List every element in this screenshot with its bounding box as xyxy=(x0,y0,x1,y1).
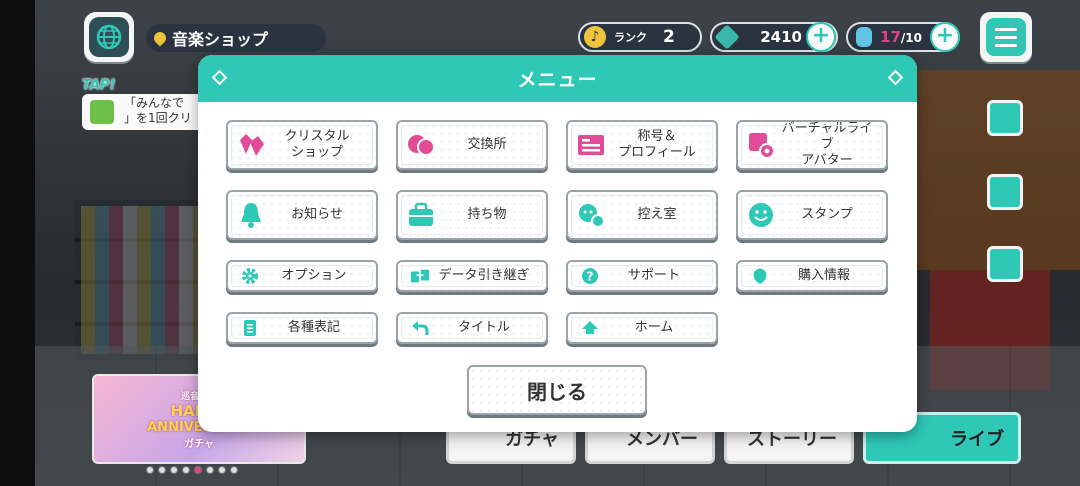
location-name: 音楽ショップ xyxy=(172,30,269,49)
menu-options[interactable]: オプション xyxy=(226,260,378,292)
crystal-amount: 2410 xyxy=(760,28,802,46)
header-diamond-right xyxy=(887,69,904,86)
menu-label: 控え室 xyxy=(637,207,677,222)
rank-label: ランク xyxy=(614,31,647,44)
live-bonus-icon xyxy=(856,27,872,47)
menu-label: 購入情報 xyxy=(797,268,850,283)
return-arrow-icon xyxy=(410,318,430,338)
menu-notices[interactable]: お知らせ xyxy=(226,190,378,240)
document-list-icon xyxy=(240,318,260,338)
banner-gacha: ガチャ xyxy=(184,438,214,450)
menu-label: サポート xyxy=(627,268,680,283)
menu-belongings[interactable]: 持ち物 xyxy=(396,190,548,240)
menu-exchange[interactable]: 交換所 xyxy=(396,120,548,170)
menu-data-transfer[interactable]: データ引き継ぎ xyxy=(396,260,548,292)
menu-legal-notices[interactable]: 各種表記 xyxy=(226,312,378,344)
menu-label: データ引き継ぎ xyxy=(438,268,530,283)
home-icon xyxy=(580,318,600,338)
exchange-icon xyxy=(406,130,436,160)
menu-dialog: メニュー クリスタル ショップ 交換所 称号＆ プロフィール バーチャルライブ … xyxy=(198,55,917,432)
menu-label: タイトル xyxy=(457,320,510,335)
clipboard-icon xyxy=(987,174,1023,210)
beginner-leaf-icon xyxy=(90,100,114,124)
globe-icon xyxy=(96,24,122,50)
profile-card-icon xyxy=(576,130,606,160)
menu-label: 各種表記 xyxy=(287,320,340,335)
menu-title: メニュー xyxy=(517,69,598,91)
banner-pagination[interactable] xyxy=(146,466,238,474)
present-box-button[interactable] xyxy=(982,94,1028,142)
main-menu-button[interactable] xyxy=(980,12,1032,62)
menu-label: ホーム xyxy=(634,320,674,335)
rank-value: 2 xyxy=(663,27,675,47)
add-crystal-button[interactable]: + xyxy=(806,22,836,52)
menu-label: 交換所 xyxy=(467,137,507,152)
gear-icon xyxy=(240,266,260,286)
crystal-icon xyxy=(714,24,740,50)
friends-button[interactable] xyxy=(982,240,1028,288)
world-map-button[interactable] xyxy=(84,12,134,62)
bell-icon xyxy=(236,200,266,230)
mission-list-button[interactable] xyxy=(982,168,1028,216)
live-bonus-amount: 17/10 xyxy=(880,28,922,46)
menu-stamps[interactable]: スタンプ xyxy=(736,190,888,240)
close-label: 閉じる xyxy=(527,379,587,404)
waiting-room-icon xyxy=(576,200,606,230)
menu-title-profile[interactable]: 称号＆ プロフィール xyxy=(566,120,718,170)
data-transfer-icon xyxy=(410,266,430,286)
menu-label: 称号＆ プロフィール xyxy=(618,129,696,160)
header-diamond-left xyxy=(211,69,228,86)
svg-text:?: ? xyxy=(587,270,594,284)
menu-dialog-header: メニュー xyxy=(198,55,917,102)
menu-label: クリスタル ショップ xyxy=(284,129,350,160)
avatar-gear-icon xyxy=(746,130,776,160)
crystal-icon xyxy=(236,130,266,160)
tap-hint: TAP! xyxy=(82,78,116,93)
question-icon: ? xyxy=(580,266,600,286)
menu-home[interactable]: ホーム xyxy=(566,312,718,344)
friends-icon xyxy=(987,246,1023,282)
menu-purchase-info[interactable]: 購入情報 xyxy=(736,260,888,292)
hamburger-icon xyxy=(986,18,1026,56)
menu-label: お知らせ xyxy=(291,207,343,222)
menu-label: バーチャルライブ アバター xyxy=(781,121,873,168)
gift-icon xyxy=(987,100,1023,136)
menu-waiting-room[interactable]: 控え室 xyxy=(566,190,718,240)
bag-icon xyxy=(406,200,436,230)
menu-label: オプション xyxy=(281,268,347,283)
left-letterbox xyxy=(0,0,35,486)
close-button[interactable]: 閉じる xyxy=(467,365,647,415)
menu-title-screen[interactable]: タイトル xyxy=(396,312,548,344)
menu-virtual-live-avatar[interactable]: バーチャルライブ アバター xyxy=(736,120,888,170)
menu-support[interactable]: ? サポート xyxy=(566,260,718,292)
add-live-bonus-button[interactable]: + xyxy=(930,22,960,52)
smile-stamp-icon xyxy=(746,200,776,230)
location-label: 音楽ショップ xyxy=(146,24,326,52)
menu-label: 持ち物 xyxy=(467,207,507,222)
purchase-info-icon xyxy=(750,266,770,286)
location-pin-icon xyxy=(151,29,169,47)
music-note-icon: ♪ xyxy=(584,26,606,48)
rank-display: ♪ ランク 2 xyxy=(578,22,702,52)
menu-crystal-shop[interactable]: クリスタル ショップ xyxy=(226,120,378,170)
menu-label: スタンプ xyxy=(801,207,853,222)
